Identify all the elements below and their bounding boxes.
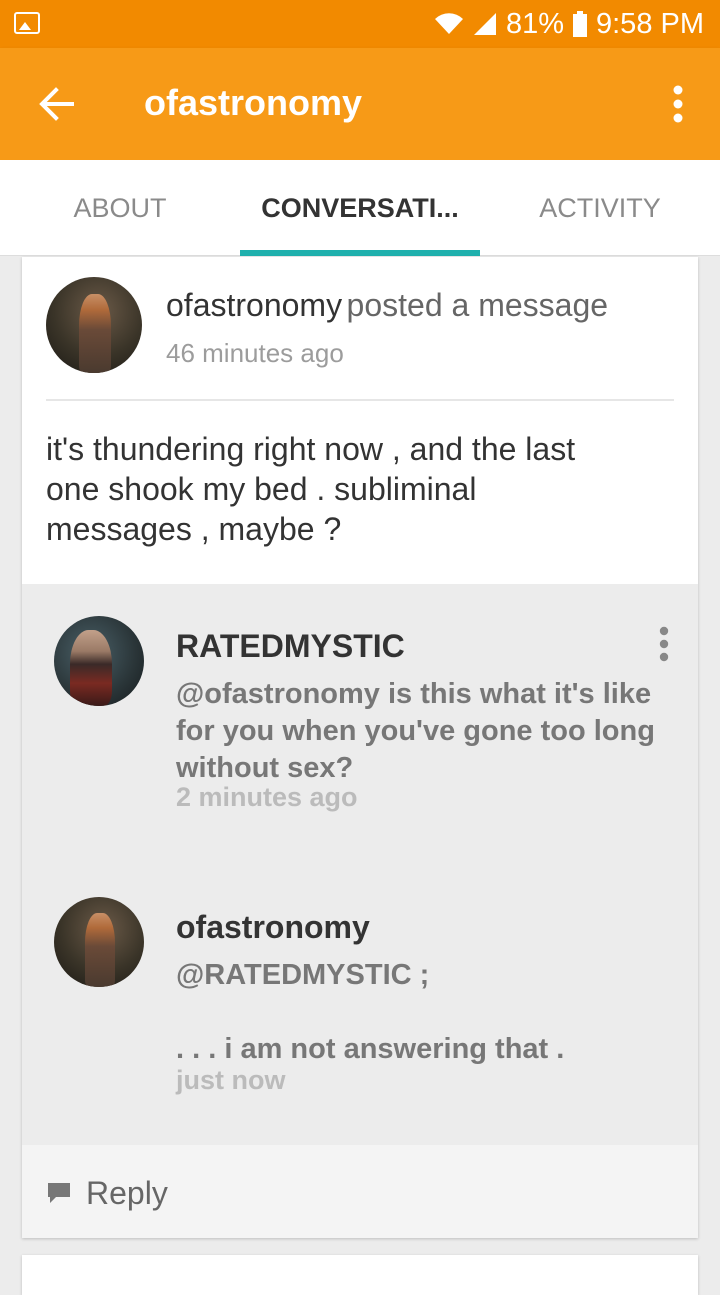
comment-author[interactable]: RATEDMYSTIC	[176, 628, 405, 665]
comment-text-line: . . . i am not answering that .	[176, 1033, 565, 1065]
reply-button[interactable]: Reply	[22, 1145, 698, 1238]
comment-item: RATEDMYSTIC @ofastronomy is this what it…	[54, 616, 674, 836]
avatar[interactable]	[54, 897, 144, 987]
back-arrow-icon[interactable]	[36, 84, 76, 124]
post-body: it's thundering right now , and the last…	[46, 431, 576, 547]
page-title: ofastronomy	[144, 82, 363, 123]
avatar[interactable]	[54, 616, 144, 706]
reply-label: Reply	[86, 1175, 168, 1211]
app-bar: ofastronomy	[0, 48, 720, 160]
tab-about[interactable]: ABOUT	[0, 160, 240, 256]
comment-timestamp: just now	[176, 1065, 286, 1095]
wifi-icon	[434, 12, 464, 36]
post-author[interactable]: ofastronomy	[166, 287, 342, 323]
post-timestamp: 46 minutes ago	[166, 338, 344, 368]
gallery-notification-icon	[14, 12, 40, 34]
signal-icon	[472, 11, 498, 37]
comment-author[interactable]: ofastronomy	[176, 909, 370, 946]
battery-icon	[572, 11, 588, 37]
tab-activity[interactable]: ACTIVITY	[480, 160, 720, 256]
comment-bubble-icon	[46, 1181, 72, 1205]
comments-section: RATEDMYSTIC @ofastronomy is this what it…	[22, 584, 698, 1145]
conversation-card: ofastronomy posted a message 46 minutes …	[22, 257, 698, 1238]
comment-text-line: @RATEDMYSTIC ;	[176, 959, 430, 991]
post-action: posted a message	[346, 287, 609, 323]
battery-percent: 81%	[505, 7, 564, 40]
comment-more-icon[interactable]	[658, 626, 670, 662]
avatar[interactable]	[46, 277, 142, 373]
comment-item: ofastronomy @RATEDMYSTIC ; . . . i am no…	[54, 897, 674, 1127]
next-card	[22, 1255, 698, 1295]
tab-conversation[interactable]: CONVERSATI...	[240, 160, 480, 256]
status-bar: 81% 9:58 PM	[0, 0, 720, 48]
comment-text: @ofastronomy is this what it's like for …	[176, 678, 655, 784]
status-indicators: 81% 9:58 PM	[434, 6, 704, 42]
divider	[46, 399, 674, 401]
tab-bar: ABOUT CONVERSATI... ACTIVITY	[0, 160, 720, 256]
overflow-menu-icon[interactable]	[672, 84, 684, 124]
post-meta: ofastronomy posted a message 46 minutes …	[166, 287, 608, 369]
clock: 9:58 PM	[596, 7, 704, 40]
comment-text: @RATEDMYSTIC ; . . . i am not answering …	[176, 957, 666, 1068]
comment-timestamp: 2 minutes ago	[176, 782, 358, 812]
